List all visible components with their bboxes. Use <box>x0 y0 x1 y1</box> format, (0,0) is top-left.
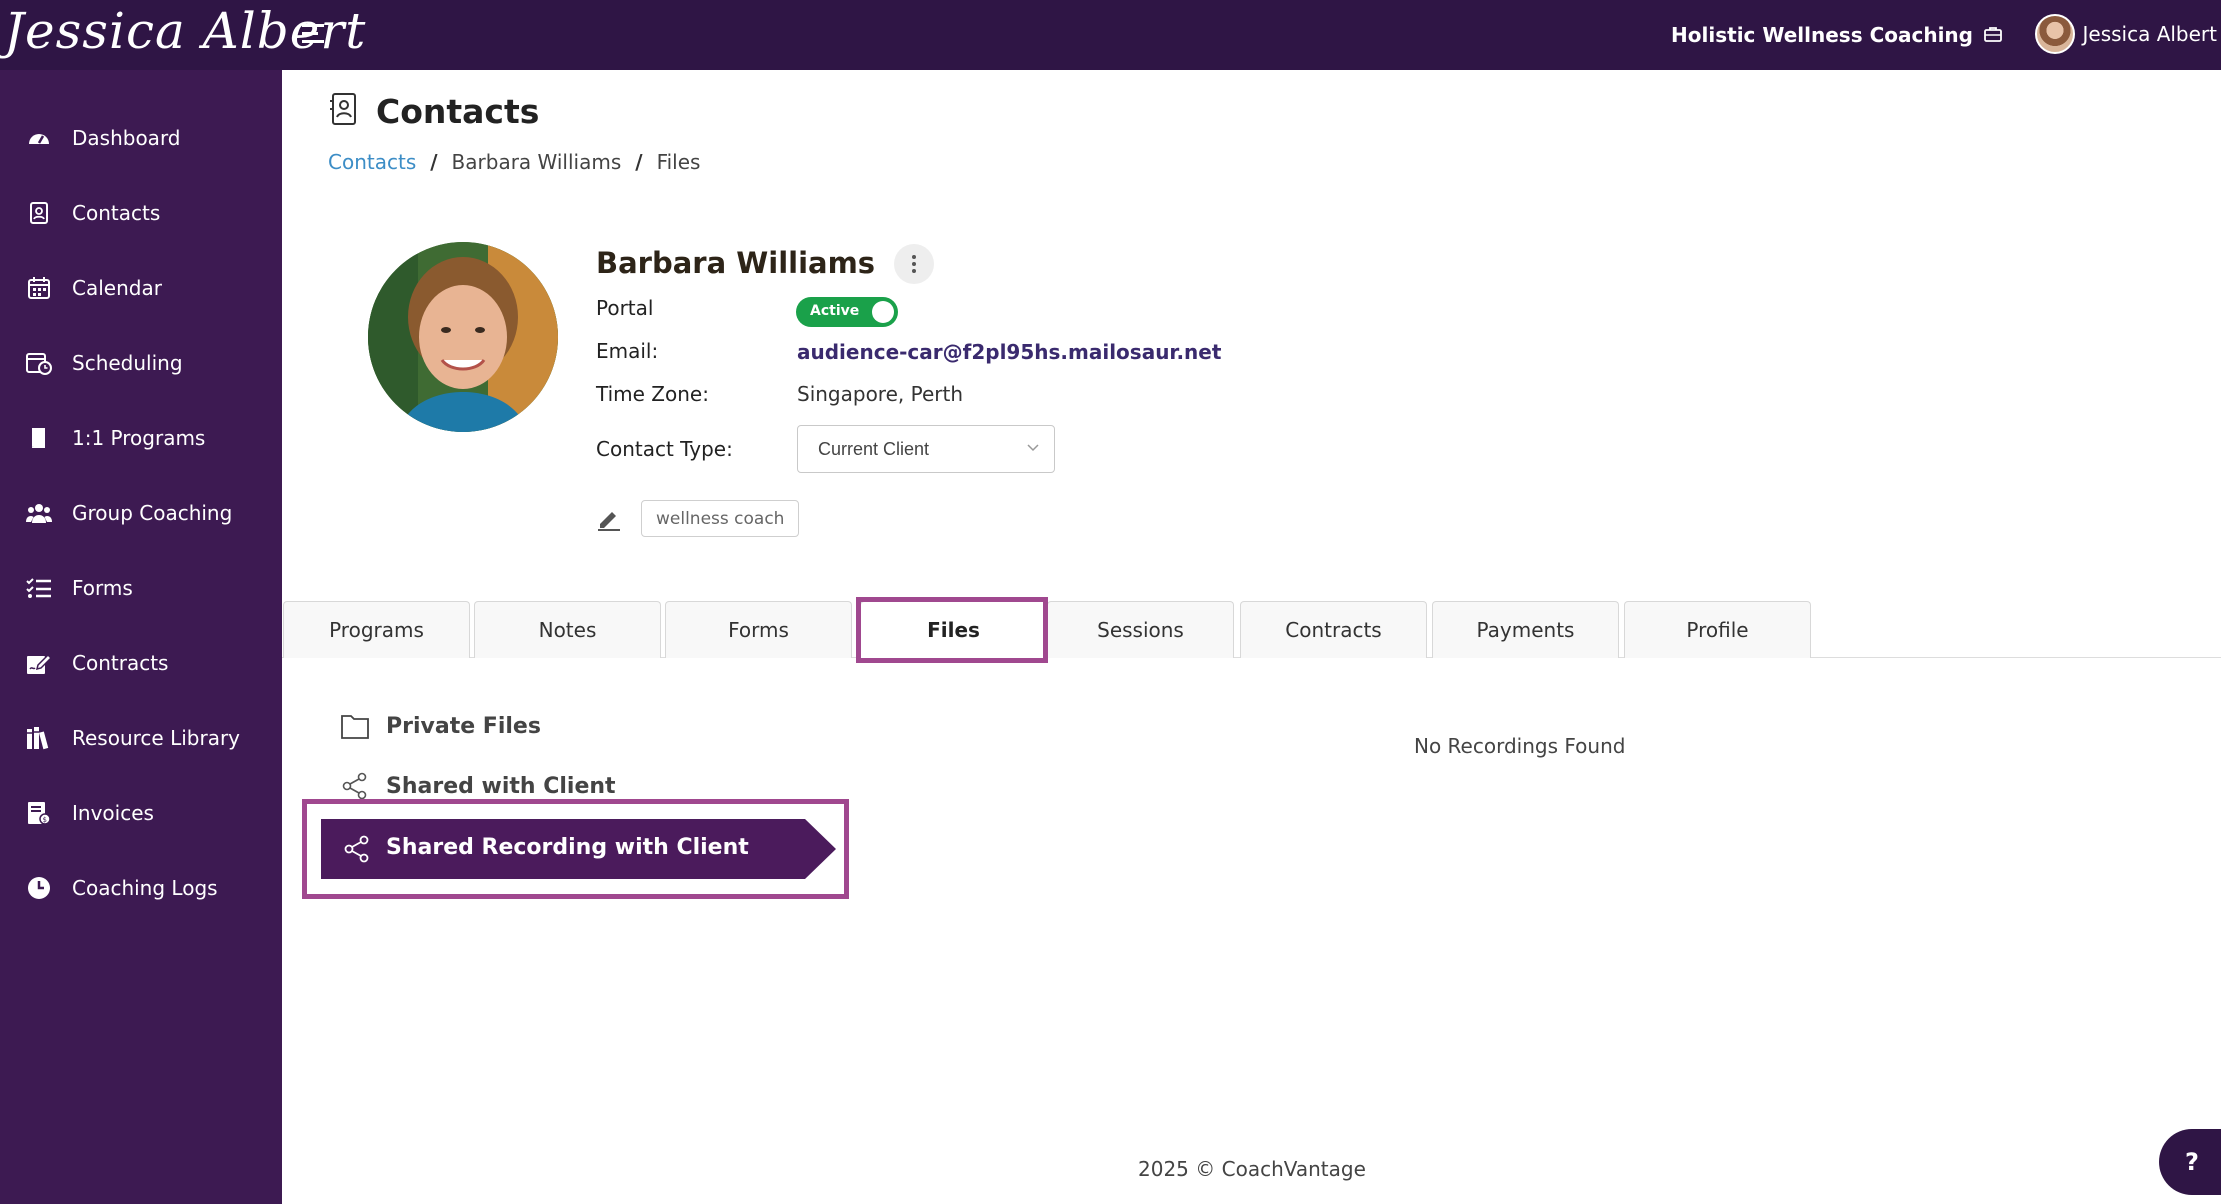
book-icon <box>26 425 52 451</box>
sidebar-item-contracts[interactable]: Contracts <box>0 633 282 693</box>
sidebar-item-coaching-logs[interactable]: Coaching Logs <box>0 858 282 918</box>
shared-recording-label: Shared Recording with Client <box>386 835 749 860</box>
email-value[interactable]: audience-car@f2pl95hs.mailosaur.net <box>797 340 1221 364</box>
checklist-icon <box>26 575 52 601</box>
calendar-icon <box>26 275 52 301</box>
private-files-label: Private Files <box>386 713 541 739</box>
empty-state-message: No Recordings Found <box>1414 734 1626 758</box>
timezone-label: Time Zone: <box>596 382 709 406</box>
tab-payments[interactable]: Payments <box>1432 601 1619 658</box>
sidebar-item-scheduling[interactable]: Scheduling <box>0 333 282 393</box>
contact-type-select[interactable]: Current Client <box>797 425 1055 473</box>
sidebar-item-label: Resource Library <box>72 726 241 750</box>
user-name[interactable]: Jessica Albert <box>2082 22 2217 46</box>
edit-tags-icon[interactable] <box>596 506 622 532</box>
group-icon <box>26 500 52 526</box>
portal-status: Active <box>810 303 860 319</box>
footer-copyright: 2025 © CoachVantage <box>1138 1157 1366 1181</box>
sidebar-item-label: Calendar <box>72 276 162 300</box>
sidebar-item-resource-library[interactable]: Resource Library <box>0 708 282 768</box>
breadcrumb-current: Files <box>656 150 701 174</box>
tab-sessions[interactable]: Sessions <box>1047 601 1234 658</box>
help-button[interactable]: ? <box>2159 1129 2221 1195</box>
breadcrumb-contact-name[interactable]: Barbara Williams <box>452 150 622 174</box>
share-icon <box>342 772 367 800</box>
breadcrumb-separator: / <box>430 150 438 174</box>
folder-icon <box>341 715 369 739</box>
contact-photo <box>368 242 558 432</box>
tab-files[interactable]: Files <box>860 601 1047 658</box>
sidebar-item-group-coaching[interactable]: Group Coaching <box>0 483 282 543</box>
contact-type-value: Current Client <box>818 439 930 459</box>
dashboard-icon <box>26 125 52 151</box>
tab-forms[interactable]: Forms <box>665 601 852 658</box>
breadcrumb: Contacts / Barbara Williams / Files <box>328 150 700 174</box>
portal-label: Portal <box>596 296 654 320</box>
sidebar-item-label: Forms <box>72 576 133 600</box>
shared-with-client-item[interactable]: Shared with Client <box>340 772 616 800</box>
private-files-item[interactable]: Private Files <box>340 712 541 740</box>
sidebar-item-forms[interactable]: Forms <box>0 558 282 618</box>
sidebar-item-programs[interactable]: 1:1 Programs <box>0 408 282 468</box>
svg-text:$: $ <box>43 816 47 824</box>
share-icon <box>344 835 369 863</box>
shared-with-client-label: Shared with Client <box>386 773 616 799</box>
portal-toggle[interactable]: Active <box>796 297 898 327</box>
business-name[interactable]: Holistic Wellness Coaching <box>1671 23 1973 47</box>
sidebar-item-label: Group Coaching <box>72 501 233 525</box>
sidebar-item-label: Invoices <box>72 801 154 825</box>
contact-name: Barbara Williams <box>596 246 876 280</box>
toggle-knob <box>872 301 894 323</box>
invoice-icon: $ <box>26 800 52 826</box>
scheduling-icon <box>26 350 52 376</box>
sidebar-item-label: Scheduling <box>72 351 183 375</box>
more-options-button[interactable] <box>894 244 934 284</box>
sidebar-item-label: Coaching Logs <box>72 876 218 900</box>
page-title: Contacts <box>376 92 540 131</box>
email-label: Email: <box>596 339 659 363</box>
briefcase-icon[interactable] <box>1983 24 2003 44</box>
menu-toggle-icon[interactable] <box>302 24 326 46</box>
sidebar: Dashboard Contacts Calendar Scheduling 1… <box>0 70 282 1204</box>
sidebar-item-dashboard[interactable]: Dashboard <box>0 108 282 168</box>
clock-icon <box>26 875 52 901</box>
sidebar-item-label: Contracts <box>72 651 169 675</box>
tab-programs[interactable]: Programs <box>283 601 470 658</box>
sidebar-item-invoices[interactable]: $ Invoices <box>0 783 282 843</box>
sidebar-item-label: Contacts <box>72 201 161 225</box>
signature-icon <box>26 650 52 676</box>
contacts-icon <box>26 200 52 226</box>
timezone-value: Singapore, Perth <box>797 382 964 406</box>
shared-recording-item[interactable]: Shared Recording with Client <box>321 819 836 879</box>
contacts-page-icon <box>330 93 356 125</box>
tag-chip[interactable]: wellness coach <box>641 500 800 537</box>
tab-contracts[interactable]: Contracts <box>1240 601 1427 658</box>
user-avatar[interactable] <box>2035 14 2075 54</box>
breadcrumb-separator: / <box>635 150 643 174</box>
tab-notes[interactable]: Notes <box>474 601 661 658</box>
top-bar: Jessica Albert Holistic Wellness Coachin… <box>0 0 2221 70</box>
breadcrumb-contacts-link[interactable]: Contacts <box>328 150 416 174</box>
chevron-down-icon <box>1027 444 1039 452</box>
sidebar-item-calendar[interactable]: Calendar <box>0 258 282 318</box>
library-icon <box>26 725 52 751</box>
tab-profile[interactable]: Profile <box>1624 601 1811 658</box>
sidebar-item-label: 1:1 Programs <box>72 426 206 450</box>
sidebar-item-contacts[interactable]: Contacts <box>0 183 282 243</box>
contact-type-label: Contact Type: <box>596 437 733 461</box>
sidebar-item-label: Dashboard <box>72 126 181 150</box>
